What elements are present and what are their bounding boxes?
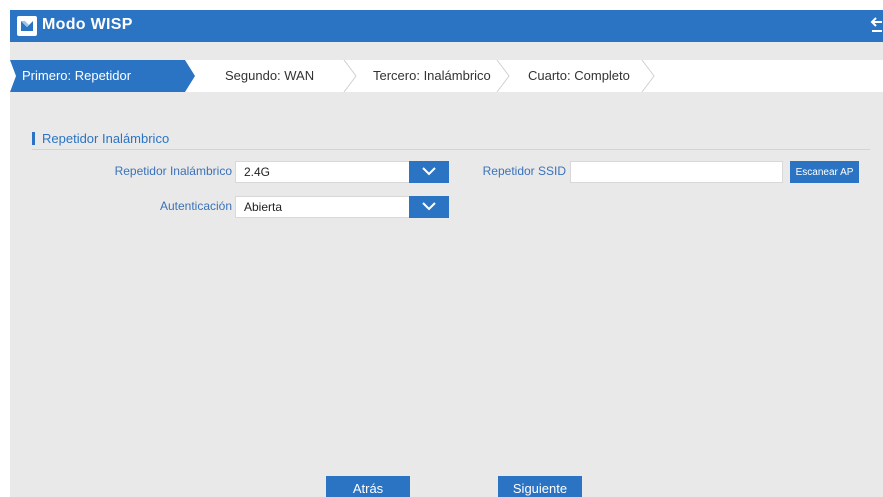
- band-select[interactable]: 2.4G: [235, 161, 449, 183]
- next-button[interactable]: Siguiente: [498, 476, 582, 497]
- auth-dropdown-button[interactable]: [409, 196, 449, 218]
- step-label: Primero: Repetidor: [22, 68, 132, 83]
- title-bar: Modo WISP: [10, 10, 883, 42]
- step-wireless[interactable]: Tercero: Inalámbrico: [373, 60, 491, 92]
- step-complete[interactable]: Cuarto: Completo: [528, 60, 630, 92]
- ssid-input[interactable]: [570, 161, 783, 183]
- wizard-steps: Primero: Repetidor Segundo: WAN Tercero:…: [10, 60, 883, 92]
- step-label: Tercero: Inalámbrico: [373, 68, 491, 83]
- step-repeater[interactable]: Primero: Repetidor: [10, 60, 195, 92]
- step-separator-icon: [641, 60, 655, 92]
- chevron-down-icon: [422, 202, 436, 211]
- router-logo-icon: [17, 16, 37, 36]
- page-title: Modo WISP: [42, 16, 133, 33]
- scan-ap-button[interactable]: Escanear AP: [790, 161, 859, 183]
- band-dropdown-button[interactable]: [409, 161, 449, 183]
- auth-value: Abierta: [244, 200, 283, 214]
- section-marker: [32, 132, 35, 145]
- auth-label: Autenticación: [159, 199, 232, 213]
- chevron-down-icon: [422, 167, 436, 176]
- section-title: Repetidor Inalámbrico: [42, 131, 170, 146]
- step-wan[interactable]: Segundo: WAN: [225, 60, 314, 92]
- step-separator-icon: [343, 60, 357, 92]
- band-value: 2.4G: [244, 165, 271, 179]
- app-window: Modo WISP Primero: Repetidor Segundo: WA…: [10, 10, 883, 497]
- ssid-label: Repetidor SSID: [482, 164, 566, 178]
- back-button[interactable]: Atrás: [326, 476, 410, 497]
- step-label: Cuarto: Completo: [528, 68, 630, 83]
- section-header: Repetidor Inalámbrico: [32, 131, 870, 150]
- auth-select[interactable]: Abierta: [235, 196, 449, 218]
- exit-icon[interactable]: [869, 14, 883, 38]
- band-label: Repetidor Inalámbrico: [114, 164, 232, 178]
- step-separator-icon: [496, 60, 510, 92]
- step-label: Segundo: WAN: [225, 68, 315, 83]
